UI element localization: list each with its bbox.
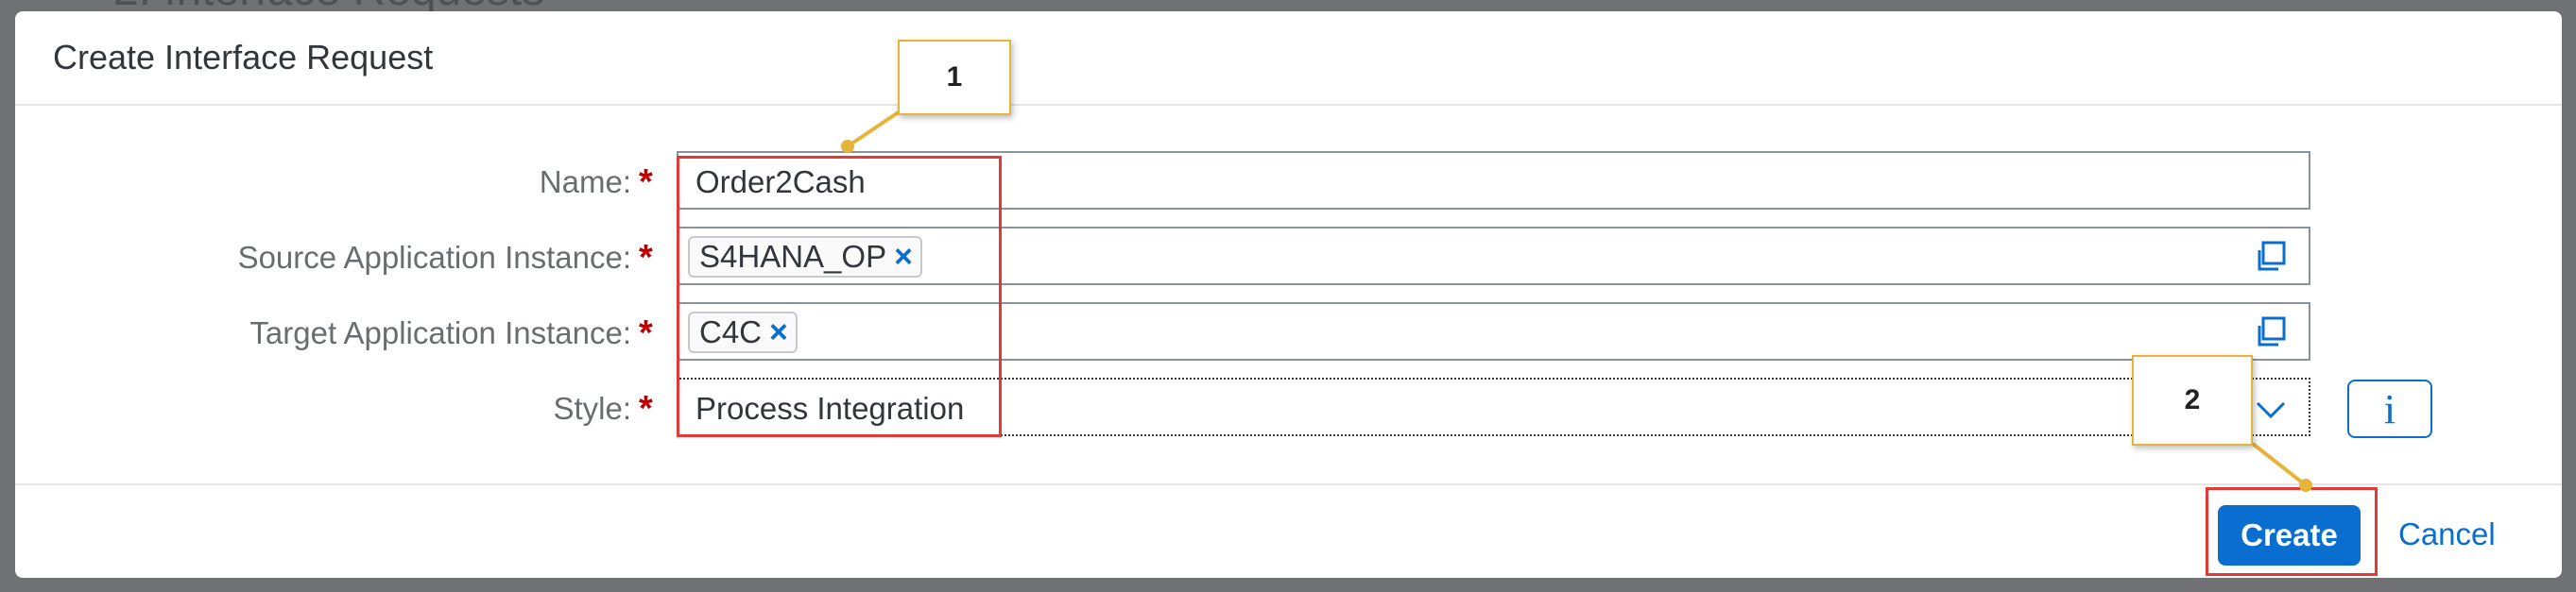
name-label: Name: <box>539 164 631 199</box>
callout-1: 1 <box>898 40 1011 115</box>
required-marker: * <box>639 389 653 429</box>
name-row: Name: * Order2Cash <box>15 151 2562 213</box>
create-interface-request-dialog: Create Interface Request Name: * Order2C… <box>15 11 2562 578</box>
style-label: Style: <box>553 391 631 426</box>
dialog-header: Create Interface Request <box>15 11 2562 106</box>
cancel-button[interactable]: Cancel <box>2398 516 2496 552</box>
create-highlight-box <box>2206 487 2378 576</box>
fields-highlight-box <box>677 156 1002 437</box>
required-marker: * <box>639 313 653 353</box>
dialog-title: Create Interface Request <box>53 38 434 76</box>
value-help-icon[interactable] <box>2254 240 2288 274</box>
target-application-label: Target Application Instance: <box>249 315 631 350</box>
source-application-label: Source Application Instance: <box>237 240 631 275</box>
chevron-down-icon[interactable] <box>2254 395 2288 423</box>
required-marker: * <box>639 162 653 202</box>
source-application-row: Source Application Instance: * S4HANA_OP… <box>15 227 2562 289</box>
required-marker: * <box>639 238 653 278</box>
dialog-footer: Create Cancel <box>15 483 2562 578</box>
value-help-icon[interactable] <box>2254 315 2288 349</box>
info-button[interactable]: i <box>2347 380 2432 438</box>
callout-2: 2 <box>2132 355 2253 446</box>
